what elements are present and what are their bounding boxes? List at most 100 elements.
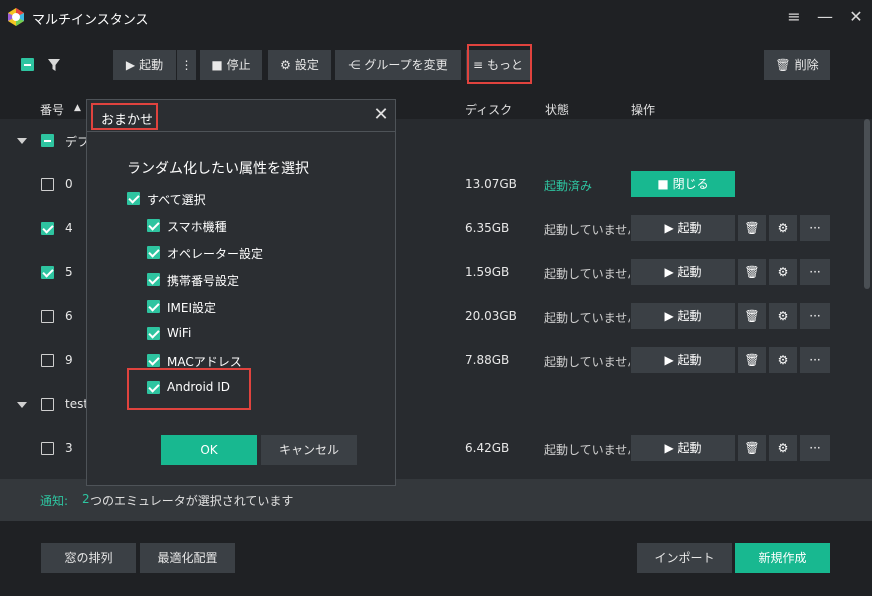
row-checkbox[interactable]	[41, 222, 54, 235]
trash-icon[interactable]: 🗑	[738, 347, 766, 373]
row-checkbox[interactable]	[41, 266, 54, 279]
list-icon: ≡	[472, 58, 484, 72]
close-icon[interactable]: ✕	[845, 6, 867, 28]
delete-button[interactable]: 🗑 削除	[764, 50, 830, 80]
option-checkbox[interactable]	[147, 381, 160, 394]
group-checkbox[interactable]	[41, 398, 54, 411]
gear-icon[interactable]: ⚙	[769, 347, 797, 373]
row-disk: 1.59GB	[465, 265, 510, 279]
start-button[interactable]: ▶ 起動	[113, 50, 176, 80]
row-disk: 6.35GB	[465, 221, 510, 235]
option-checkbox[interactable]	[147, 327, 160, 340]
notice-label: 通知:	[40, 494, 69, 508]
stop-icon: ■	[211, 58, 223, 72]
close-icon[interactable]: ✕	[371, 105, 391, 125]
more-horizontal-icon[interactable]: ···	[800, 435, 830, 461]
title-bar: マルチインスタンス ≡ — ✕	[0, 0, 872, 34]
notice-count: 2	[82, 492, 90, 506]
create-new-button[interactable]: 新規作成	[735, 543, 830, 573]
header-status: 状態	[545, 103, 570, 117]
more-horizontal-icon[interactable]: ···	[800, 303, 830, 329]
option-label: スマホ機種	[167, 220, 227, 234]
optimize-layout-button[interactable]: 最適化配置	[140, 543, 235, 573]
gear-icon[interactable]: ⚙	[769, 435, 797, 461]
gear-icon[interactable]: ⚙	[769, 303, 797, 329]
option-label: Android ID	[167, 380, 230, 394]
notice-text: つのエミュレータが選択されています	[90, 494, 294, 508]
more-button[interactable]: ≡ もっと	[466, 50, 530, 80]
row-id: 5	[65, 265, 73, 279]
option-checkbox[interactable]	[147, 273, 160, 286]
sort-up-icon[interactable]: ▲	[74, 103, 81, 113]
row-disk: 13.07GB	[465, 177, 517, 191]
change-group-button[interactable]: ⋲ グループを変更	[335, 50, 461, 80]
group-collapse-icon[interactable]	[17, 402, 27, 408]
group-collapse-icon[interactable]	[17, 138, 27, 144]
row-disk: 7.88GB	[465, 353, 510, 367]
option-label: IMEI設定	[167, 301, 217, 315]
hamburger-icon[interactable]: ≡	[783, 6, 805, 28]
import-button[interactable]: インポート	[637, 543, 732, 573]
header-number[interactable]: 番号	[40, 101, 64, 118]
select-all-option-label: すべて選択	[147, 193, 206, 207]
app-logo-icon	[8, 8, 24, 26]
window-title: マルチインスタンス	[32, 13, 149, 28]
play-icon: ▶	[664, 221, 678, 235]
gear-icon[interactable]: ⚙	[769, 215, 797, 241]
row-status: 起動していません	[544, 223, 630, 237]
select-all-option-checkbox[interactable]	[127, 192, 140, 205]
row-checkbox[interactable]	[41, 442, 54, 455]
group-name: test	[65, 397, 89, 411]
start-instance-button[interactable]: ▶ 起動	[631, 347, 735, 373]
group-checkbox[interactable]	[41, 134, 54, 147]
table-scrollbar[interactable]	[864, 119, 870, 289]
gear-icon[interactable]: ⚙	[769, 259, 797, 285]
option-label: 携帯番号設定	[167, 274, 240, 288]
more-horizontal-icon[interactable]: ···	[800, 259, 830, 285]
trash-icon[interactable]: 🗑	[738, 259, 766, 285]
close-instance-button[interactable]: ■ 閉じる	[631, 171, 735, 197]
trash-icon[interactable]: 🗑	[738, 435, 766, 461]
row-checkbox[interactable]	[41, 354, 54, 367]
option-checkbox[interactable]	[147, 219, 160, 232]
dialog-divider	[87, 131, 395, 132]
start-instance-button[interactable]: ▶ 起動	[631, 215, 735, 241]
minimize-icon[interactable]: —	[814, 6, 836, 28]
stop-button[interactable]: ■ 停止	[200, 50, 262, 80]
start-instance-button[interactable]: ▶ 起動	[631, 435, 735, 461]
start-menu-button[interactable]: ⋮	[177, 50, 196, 80]
option-label: MACアドレス	[167, 355, 242, 369]
more-horizontal-icon[interactable]: ···	[800, 215, 830, 241]
start-instance-button[interactable]: ▶ 起動	[631, 259, 735, 285]
trash-icon[interactable]: 🗑	[738, 303, 766, 329]
row-checkbox[interactable]	[41, 310, 54, 323]
ok-button[interactable]: OK	[161, 435, 257, 465]
arrange-windows-button[interactable]: 窓の排列	[41, 543, 136, 573]
row-status: 起動していません	[544, 355, 630, 369]
header-actions: 操作	[631, 103, 656, 117]
gear-icon: ⚙	[280, 58, 291, 72]
more-horizontal-icon[interactable]: ···	[800, 347, 830, 373]
trash-icon[interactable]: 🗑	[738, 215, 766, 241]
play-icon: ▶	[664, 353, 678, 367]
start-instance-button[interactable]: ▶ 起動	[631, 303, 735, 329]
cancel-button[interactable]: キャンセル	[261, 435, 357, 465]
play-icon: ▶	[125, 58, 136, 72]
select-all-checkbox[interactable]	[21, 58, 34, 71]
group-icon: ⋲	[348, 58, 361, 72]
row-disk: 6.42GB	[465, 441, 510, 455]
option-checkbox[interactable]	[147, 300, 160, 313]
dialog-heading: ランダム化したい属性を選択	[127, 161, 309, 177]
filter-icon[interactable]	[47, 58, 61, 72]
row-id: 0	[65, 177, 73, 191]
option-checkbox[interactable]	[147, 246, 160, 259]
row-checkbox[interactable]	[41, 178, 54, 191]
row-id: 9	[65, 353, 73, 367]
option-label: オペレーター設定	[167, 247, 264, 261]
row-status: 起動していません	[544, 443, 630, 457]
stop-icon: ■	[657, 177, 673, 191]
play-icon: ▶	[664, 441, 678, 455]
row-status: 起動していません	[544, 267, 630, 281]
settings-button[interactable]: ⚙ 設定	[268, 50, 331, 80]
option-checkbox[interactable]	[147, 354, 160, 367]
